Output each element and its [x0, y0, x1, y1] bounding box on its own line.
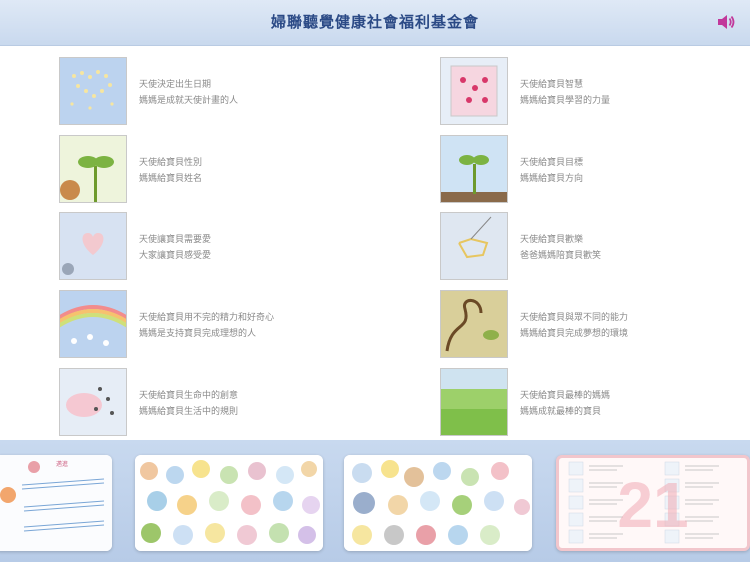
- page-title: 婦聯聽覺健康社會福利基金會: [270, 13, 479, 31]
- list-item[interactable]: 天使給寶貝最棒的媽媽 媽媽成就最棒的寶貝: [440, 368, 750, 436]
- thumbnail-vines: [440, 290, 508, 358]
- item-line1: 天使給寶貝最棒的媽媽: [520, 391, 611, 401]
- item-line2: 媽媽是支持寶貝完成理想的人: [139, 329, 257, 339]
- thumbnail-sprout-bear: [59, 135, 127, 203]
- thumbnail-music-notes: [59, 368, 127, 436]
- item-line2: 媽媽給寶貝生活中的規則: [139, 407, 239, 417]
- thumbnail-window: [440, 57, 508, 125]
- item-line1: 天使給寶貝與眾不同的能力: [520, 313, 629, 323]
- item-line2: 爸爸媽媽陪寶貝歡笑: [520, 251, 602, 261]
- list-item[interactable]: 天使給寶貝與眾不同的能力 媽媽給寶貝完成夢想的環境: [440, 290, 750, 358]
- list-item[interactable]: 天使給寶貝歡樂 爸爸媽媽陪寶貝歡笑: [440, 212, 750, 280]
- item-line1: 天使給寶貝目標: [520, 158, 584, 168]
- list-item[interactable]: 天使讓寶貝需要愛 大家讓寶貝感受愛: [59, 212, 379, 280]
- content-grid: 天使決定出生日期 媽媽是成就天使計畫的人 天使給寶貝智慧 媽媽給寶貝學習的力量: [0, 45, 750, 440]
- item-line1: 天使給寶貝智慧: [520, 80, 584, 90]
- page-thumbnail-1[interactable]: 邁進: [0, 455, 112, 551]
- list-item[interactable]: 天使決定出生日期 媽媽是成就天使計畫的人: [59, 57, 379, 125]
- thumbnail-grass: [440, 368, 508, 436]
- item-line1: 天使決定出生日期: [139, 80, 212, 90]
- list-item[interactable]: 天使給寶貝目標 媽媽給寶貝方向: [440, 135, 750, 203]
- page-thumbnail-3[interactable]: [344, 455, 532, 551]
- item-line2: 媽媽給寶貝姓名: [139, 174, 203, 184]
- header-bar: 婦聯聽覺健康社會福利基金會: [0, 0, 750, 46]
- item-line2: 媽媽成就最棒的寶貝: [520, 407, 602, 417]
- list-item[interactable]: 天使給寶貝智慧 媽媽給寶貝學習的力量: [440, 57, 750, 125]
- page-thumbnail-2[interactable]: [135, 455, 323, 551]
- thumbnail-sprout: [440, 135, 508, 203]
- page-1-label: 邁進: [56, 461, 69, 468]
- item-line1: 天使給寶貝歡樂: [520, 235, 584, 245]
- item-line2: 大家讓寶貝感受愛: [139, 251, 212, 261]
- item-line2: 媽媽給寶貝學習的力量: [520, 96, 611, 106]
- current-page-number: 21: [617, 469, 689, 541]
- page-thumbnail-current[interactable]: 21: [556, 455, 750, 551]
- item-line1: 天使給寶貝性別: [139, 158, 203, 168]
- item-line2: 媽媽給寶貝完成夢想的環境: [520, 329, 629, 339]
- list-item[interactable]: 天使給寶貝性別 媽媽給寶貝姓名: [59, 135, 379, 203]
- list-item[interactable]: 天使給寶貝生命中的創意 媽媽給寶貝生活中的規則: [59, 368, 379, 436]
- page-thumbnail-strip: 邁進 21: [0, 440, 750, 562]
- speaker-icon[interactable]: [716, 13, 736, 31]
- item-line1: 天使給寶貝生命中的創意: [139, 391, 239, 401]
- item-line1: 天使讓寶貝需要愛: [139, 235, 212, 245]
- item-line1: 天使給寶貝用不完的精力和好奇心: [139, 313, 275, 323]
- list-item[interactable]: 天使給寶貝用不完的精力和好奇心 媽媽是支持寶貝完成理想的人: [59, 290, 379, 358]
- item-line2: 媽媽是成就天使計畫的人: [139, 96, 239, 106]
- thumbnail-star-necklace: [440, 212, 508, 280]
- thumbnail-rainbow: [59, 290, 127, 358]
- thumbnail-heart: [59, 212, 127, 280]
- item-line2: 媽媽給寶貝方向: [520, 174, 584, 184]
- thumbnail-stars: [59, 57, 127, 125]
